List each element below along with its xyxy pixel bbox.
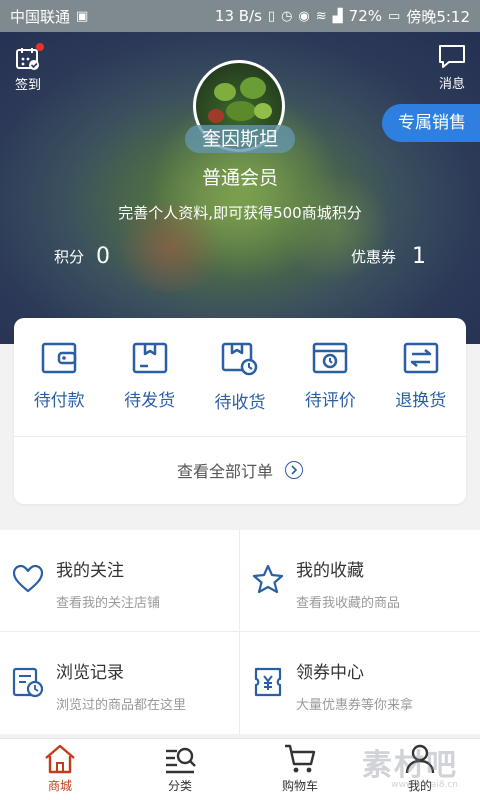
star-icon <box>252 564 284 594</box>
my-follows-subtitle: 查看我的关注店铺 <box>56 596 161 611</box>
coupons-summary[interactable]: 优惠券 1 <box>351 244 426 269</box>
home-icon <box>45 744 75 774</box>
eye-icon: ◉ <box>298 8 310 24</box>
nav-mall-label: 商城 <box>47 779 72 793</box>
heart-icon <box>12 564 44 593</box>
order-pending-review-label: 待评价 <box>304 391 356 411</box>
nav-cart-label: 购物车 <box>281 779 318 793</box>
order-status-row: 待付款 待发货 待收货 待评价 退换货 <box>14 342 466 438</box>
vibrate-icon: ▯ <box>267 8 276 24</box>
signal-icon: ▟ <box>332 8 343 24</box>
nav-cart[interactable]: 购物车 <box>240 739 360 800</box>
battery-percent: 72% <box>348 7 383 25</box>
battery-icon: ▭ <box>388 8 401 24</box>
browse-history-title: 浏览记录 <box>56 663 124 683</box>
carrier-label: 中国联通 <box>10 7 71 26</box>
my-follows-item[interactable]: 我的关注 查看我的关注店铺 <box>0 530 239 631</box>
feature-grid: 我的关注 查看我的关注店铺 我的收藏 查看我收藏的商品 浏览记录 浏览过的商品都… <box>0 530 480 734</box>
messages-label: 消息 <box>438 77 465 92</box>
coupon-center-title: 领券中心 <box>296 663 364 683</box>
exchange-icon <box>403 342 438 374</box>
orders-card: 待付款 待发货 待收货 待评价 退换货 查看全部订单 <box>14 318 466 504</box>
order-pending-receipt[interactable]: 待收货 <box>195 342 285 438</box>
cart-icon <box>285 744 316 773</box>
browse-history-subtitle: 浏览过的商品都在这里 <box>56 698 187 713</box>
nav-mall[interactable]: 商城 <box>0 739 120 800</box>
watermark-text: 素材吧 <box>362 748 458 783</box>
profile-completion-tip[interactable]: 完善个人资料,即可获得500商城积分 <box>0 202 480 223</box>
chat-bubble-icon <box>439 45 465 68</box>
order-pending-receipt-label: 待收货 <box>214 393 266 413</box>
clock: 傍晚5:12 <box>406 7 470 26</box>
watermark: 素材吧 www.sucai8.cn <box>362 740 458 790</box>
member-level: 普通会员 <box>201 167 278 189</box>
signin-button[interactable]: 签到 <box>10 43 46 93</box>
browse-history-item[interactable]: 浏览记录 浏览过的商品都在这里 <box>0 632 239 733</box>
order-pending-payment[interactable]: 待付款 <box>14 342 104 438</box>
notification-badge <box>36 43 44 51</box>
wifi-icon: ≋ <box>315 8 327 24</box>
view-all-orders-label: 查看全部订单 <box>176 462 273 481</box>
nav-category-label: 分类 <box>167 779 192 793</box>
order-pending-payment-label: 待付款 <box>33 391 85 411</box>
nav-category[interactable]: 分类 <box>120 739 240 800</box>
history-icon <box>12 667 44 698</box>
grid-divider-vertical <box>239 530 240 734</box>
orders-divider <box>14 436 466 437</box>
exclusive-sales-button[interactable]: 专属销售 <box>382 104 480 142</box>
order-returns-label: 退换货 <box>395 391 447 411</box>
wallet-icon <box>41 342 77 374</box>
points-value: 0 <box>96 244 111 269</box>
my-favorites-item[interactable]: 我的收藏 查看我收藏的商品 <box>240 530 479 631</box>
box-icon <box>132 342 167 374</box>
my-favorites-subtitle: 查看我收藏的商品 <box>296 596 401 611</box>
messages-button[interactable]: 消息 <box>436 44 468 92</box>
coupon-icon <box>254 667 282 697</box>
order-returns[interactable]: 退换货 <box>376 342 466 438</box>
coupon-center-subtitle: 大量优惠券等你来拿 <box>296 698 414 713</box>
order-pending-shipment-label: 待发货 <box>124 391 176 411</box>
grid-divider-horizontal <box>0 631 480 632</box>
points-summary[interactable]: 积分 0 <box>54 244 110 269</box>
coupons-value: 1 <box>412 244 426 269</box>
status-bar: 中国联通 ▣ 13 B/s ▯ ◷ ◉ ≋ ▟ 72% ▭ 傍晚5:12 <box>0 0 480 32</box>
review-icon <box>313 342 348 374</box>
username: 奎因斯坦 <box>185 125 295 153</box>
chevron-right-icon <box>285 461 303 479</box>
my-favorites-title: 我的收藏 <box>296 561 364 581</box>
order-pending-shipment[interactable]: 待发货 <box>104 342 194 438</box>
points-label: 积分 <box>54 248 85 266</box>
coupons-label: 优惠券 <box>350 248 396 266</box>
category-icon <box>166 747 196 774</box>
app-notification-icon: ▣ <box>76 8 89 24</box>
my-follows-title: 我的关注 <box>56 561 124 581</box>
alarm-icon: ◷ <box>281 8 293 24</box>
receive-icon <box>221 342 258 376</box>
view-all-orders-button[interactable]: 查看全部订单 <box>14 458 466 482</box>
coupon-center-item[interactable]: 领券中心 大量优惠券等你来拿 <box>240 632 479 733</box>
signin-label: 签到 <box>14 78 41 93</box>
network-speed: 13 B/s <box>214 7 262 25</box>
order-pending-review[interactable]: 待评价 <box>285 342 375 438</box>
